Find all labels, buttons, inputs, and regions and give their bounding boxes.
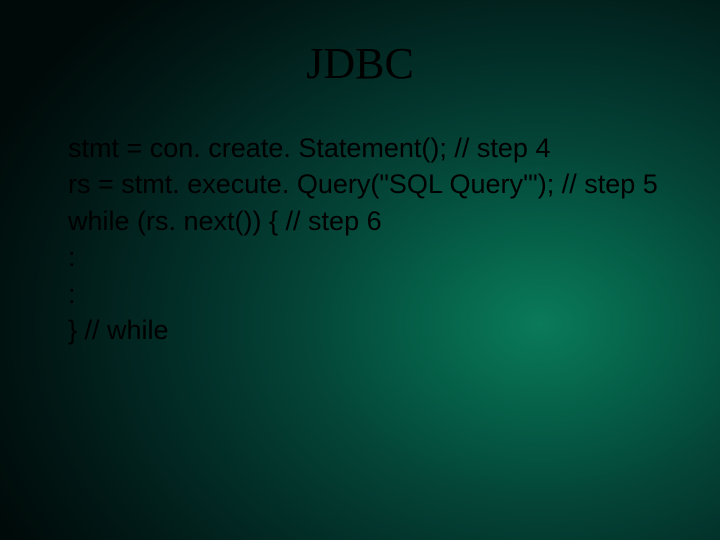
slide: JDBC stmt = con. create. Statement(); //… [0,0,720,540]
code-line: rs = stmt. execute. Query("SQL Query'");… [68,166,670,202]
code-line: while (rs. next()) { // step 6 [68,203,670,239]
code-line: : [68,276,670,312]
code-line: : [68,239,670,275]
slide-title: JDBC [0,38,720,89]
code-line: } // while [68,312,670,348]
code-line: stmt = con. create. Statement(); // step… [68,130,670,166]
slide-body: stmt = con. create. Statement(); // step… [68,130,670,349]
